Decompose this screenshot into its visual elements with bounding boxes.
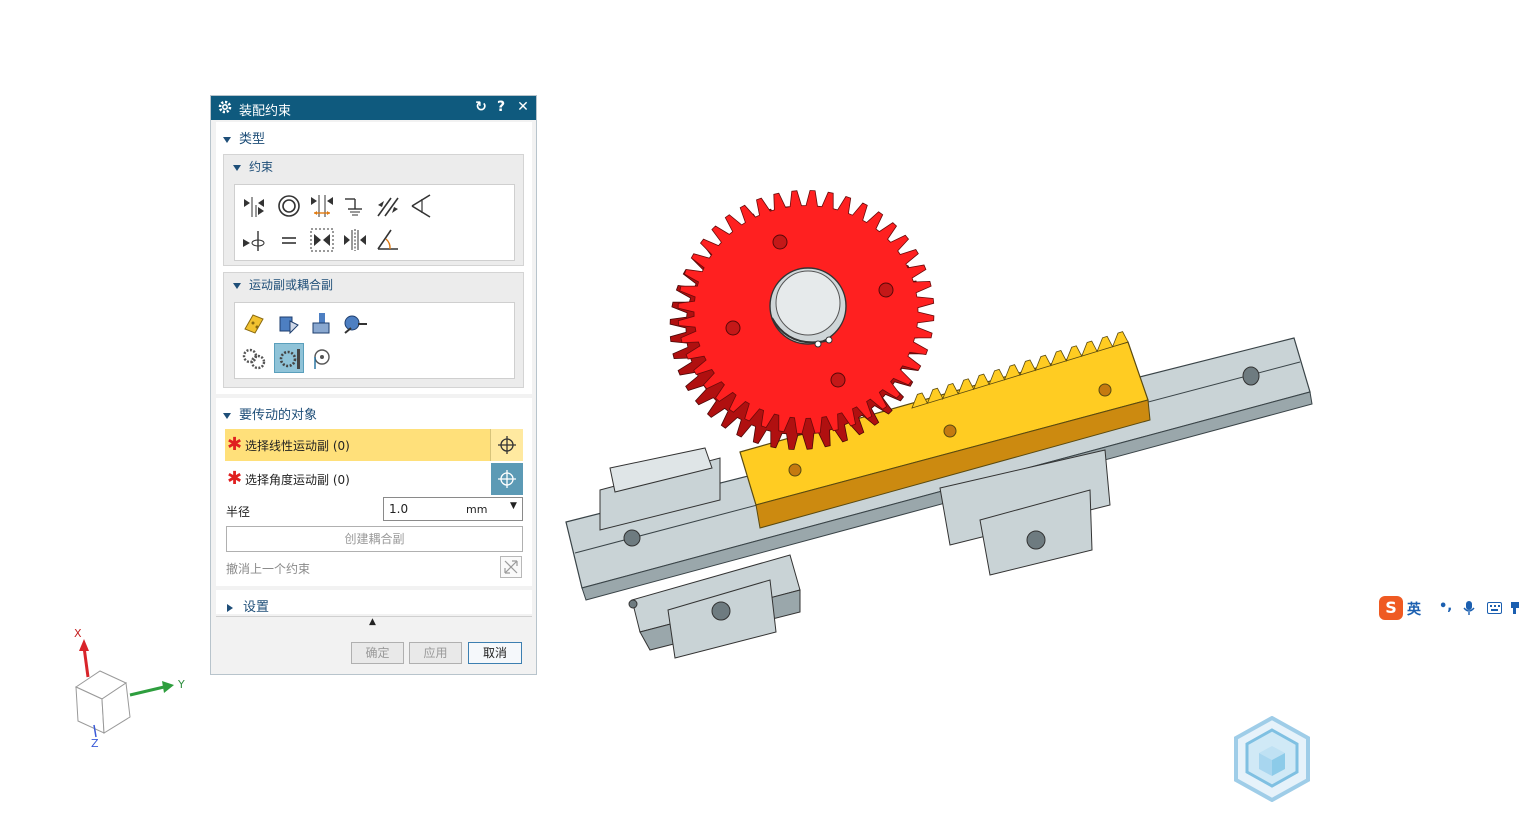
x-axis-arrow <box>82 646 90 678</box>
assembly-constraint-dialog: 装配约束 ↻ ? ✕ 类型 约束 运动副或耦合副 要传动的对象 ✱ 选择线性运动… <box>210 95 537 675</box>
keyboard-icon[interactable] <box>1487 602 1502 614</box>
y-axis-label: Y <box>178 678 185 691</box>
ok-button[interactable]: 确定 <box>351 642 404 664</box>
select-angular-joint-row[interactable]: ✱ 选择角度运动副 (0) <box>225 463 523 495</box>
bond-icon[interactable] <box>309 227 335 253</box>
collapse-arrow-icon <box>233 164 241 171</box>
objects-section-header[interactable]: 要传动的对象 <box>223 404 317 426</box>
undo-last-constraint-label: 撤消上一个约束 <box>226 562 311 576</box>
cable-coupler-icon[interactable] <box>309 345 335 371</box>
reset-icon[interactable]: ↻ <box>472 98 490 116</box>
slider-joint-icon[interactable] <box>276 311 302 337</box>
radius-input[interactable]: 1.0 mm ▼ <box>383 497 523 521</box>
help-icon[interactable]: ? <box>492 98 510 116</box>
y-axis-arrow <box>129 685 165 697</box>
angle-icon[interactable] <box>375 227 401 253</box>
center-icon[interactable] <box>342 227 368 253</box>
type-section-label: 类型 <box>239 132 266 147</box>
gear-icon <box>218 100 232 114</box>
crosshair-icon <box>498 470 516 488</box>
ime-toolbar[interactable]: S 英 •, <box>1377 594 1519 622</box>
undo-constraint-icon <box>504 560 518 574</box>
dialog-title: 装配约束 <box>239 104 292 119</box>
create-coupler-button[interactable]: 创建耦合副 <box>226 526 523 552</box>
dialog-title-bar: 装配约束 ↻ ? ✕ <box>211 96 536 120</box>
motion-group-label: 运动副或耦合副 <box>249 278 334 292</box>
close-icon[interactable]: ✕ <box>514 98 532 116</box>
watermark-cube-logo <box>1234 716 1310 802</box>
settings-section-label: 设置 <box>243 600 270 615</box>
x-axis-label: X <box>74 627 82 640</box>
apply-button[interactable]: 应用 <box>409 642 462 664</box>
objects-section-label: 要传动的对象 <box>239 408 318 423</box>
collapse-arrow-icon <box>233 282 241 289</box>
rack-pinion-coupler-button[interactable] <box>274 343 304 373</box>
parallel-icon[interactable] <box>375 193 401 219</box>
hinge-joint-icon[interactable] <box>241 311 267 337</box>
distance-icon[interactable] <box>309 193 335 219</box>
radius-label: 半径 <box>226 505 251 519</box>
type-section-header[interactable]: 类型 <box>223 128 265 150</box>
skin-icon[interactable] <box>1510 601 1519 615</box>
undo-last-constraint-button[interactable] <box>500 556 522 578</box>
concentric-icon[interactable] <box>276 193 302 219</box>
chevron-up-icon[interactable]: ▲ <box>369 617 376 627</box>
motion-group-header[interactable]: 运动副或耦合副 <box>233 276 333 298</box>
select-angular-picker[interactable] <box>491 463 523 495</box>
perpendicular-icon[interactable] <box>408 193 434 219</box>
constraint-group-label: 约束 <box>249 160 274 174</box>
collapse-arrow-icon <box>223 412 231 419</box>
ball-joint-icon[interactable] <box>342 311 368 337</box>
fit-icon[interactable] <box>276 227 302 253</box>
settings-section-header[interactable]: 设置 <box>227 596 269 618</box>
model-viewport[interactable] <box>560 190 1320 670</box>
ime-mode[interactable]: 英 <box>1407 599 1421 619</box>
select-linear-joint-row[interactable]: ✱ 选择线性运动副 (0) <box>225 429 523 461</box>
select-linear-picker[interactable] <box>490 429 523 461</box>
select-linear-label: 选择线性运动副 (0) <box>245 439 350 453</box>
chevron-down-icon[interactable]: ▼ <box>510 501 517 511</box>
ime-punctuation[interactable]: •, <box>1439 599 1452 614</box>
cylindrical-joint-icon[interactable] <box>309 311 335 337</box>
fix-icon[interactable] <box>342 193 368 219</box>
motion-icon-box <box>234 302 515 379</box>
expand-arrow-icon <box>227 603 233 612</box>
touch-align-icon[interactable] <box>241 193 267 219</box>
constraint-icon-box <box>234 184 515 261</box>
align-lock-icon[interactable] <box>241 227 267 253</box>
radius-value: 1.0 <box>389 502 409 516</box>
sogou-logo-icon: S <box>1379 596 1403 620</box>
z-axis-label: Z <box>91 737 99 750</box>
collapse-arrow-icon <box>223 136 231 143</box>
gear-coupler-icon[interactable] <box>241 345 267 371</box>
rack-pinion-icon <box>279 349 300 369</box>
microphone-icon[interactable] <box>1463 600 1475 616</box>
radius-unit: mm <box>466 503 488 516</box>
crosshair-icon <box>498 436 516 454</box>
constraint-group-header[interactable]: 约束 <box>233 158 273 180</box>
required-star-icon: ✱ <box>227 434 243 455</box>
required-star-icon: ✱ <box>227 468 243 489</box>
cancel-button[interactable]: 取消 <box>468 642 522 664</box>
more-toggle-bar[interactable]: ▲ <box>216 616 532 631</box>
select-angular-label: 选择角度运动副 (0) <box>245 473 350 487</box>
